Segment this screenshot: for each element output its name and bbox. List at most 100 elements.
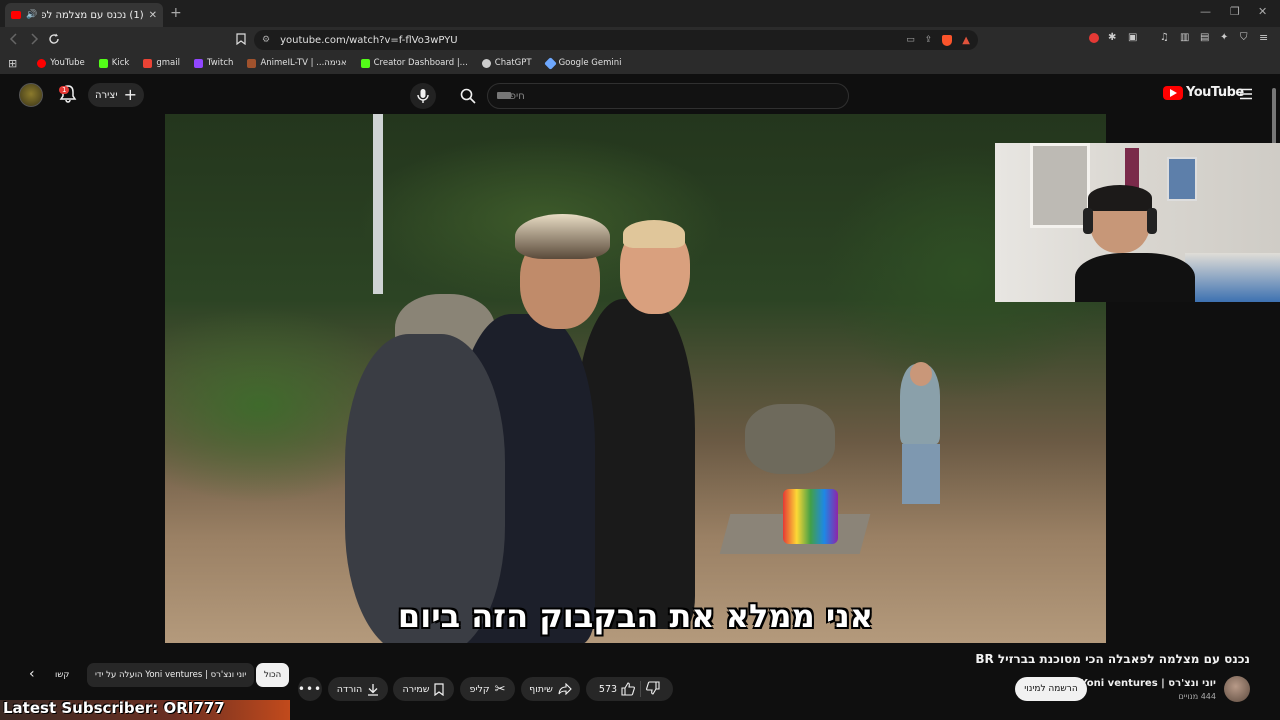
address-bar: ⚙ youtube.com/watch?v=f-flVo3wPYU ▭ ⇪ ▲ …	[0, 27, 1280, 52]
search-icon	[460, 88, 476, 104]
download-button[interactable]: הורדה	[328, 677, 388, 701]
person-hair	[515, 214, 610, 259]
youtube-header: 1 יצירה + חיפוש YouTube	[0, 76, 1280, 114]
person-shorts	[902, 444, 940, 504]
person-hair	[623, 220, 685, 248]
browser-menu-icon[interactable]: ≡	[1259, 31, 1268, 44]
gmail-icon	[143, 58, 153, 68]
youtube-logo[interactable]: YouTube	[1163, 85, 1244, 100]
subscribe-button[interactable]: הרשמה למינוי	[1015, 677, 1087, 701]
bookmark-creator-dashboard[interactable]: Creator Dashboard |...	[360, 58, 468, 68]
video-caption: אני ממלא את הבקבוק הזה ביום	[397, 597, 874, 635]
youtube-favicon-icon	[11, 11, 21, 19]
close-tab-icon[interactable]: ✕	[149, 10, 157, 21]
share-label: שיתוף	[529, 683, 553, 695]
wallet-icon[interactable]: ▤	[1200, 32, 1209, 43]
url-text: youtube.com/watch?v=f-flVo3wPYU	[280, 34, 458, 46]
reload-icon[interactable]	[48, 33, 60, 45]
download-icon	[368, 683, 379, 696]
clip-label: קליפ	[469, 683, 490, 695]
bookmark-animeil[interactable]: AnimeIL-TV | ...אנימה	[247, 58, 347, 68]
video-title: נכנס עם מצלמה לפאבלה הכי מסוכנת בברזיל B…	[975, 652, 1250, 666]
thumbs-up-icon	[621, 682, 636, 696]
youtube-play-icon	[1163, 85, 1183, 100]
create-label: יצירה	[95, 89, 118, 101]
kick-icon	[360, 58, 370, 68]
chatgpt-icon	[481, 58, 491, 68]
video-player[interactable]: אני ממלא את הבקבוק הזה ביום	[165, 114, 1106, 643]
more-icon: •••	[297, 682, 323, 696]
headphones-icon	[1147, 208, 1157, 234]
like-dislike-group: 573	[586, 677, 673, 701]
speaker-icon[interactable]: 🔊	[26, 10, 37, 20]
site-settings-icon[interactable]: ⚙	[262, 35, 270, 45]
create-button[interactable]: יצירה +	[88, 83, 144, 107]
sidebar-icon[interactable]: ▥	[1180, 32, 1189, 43]
poster	[1167, 157, 1197, 201]
bookmark-gemini[interactable]: Google Gemini	[543, 56, 621, 70]
share-button[interactable]: שיתוף	[521, 677, 580, 701]
headphones-icon	[1083, 208, 1093, 234]
leo-ai-icon[interactable]: ✦	[1220, 32, 1228, 43]
extensions-icon[interactable]: ✱	[1108, 32, 1116, 43]
rock	[745, 404, 835, 474]
animeil-icon	[247, 58, 257, 68]
save-button[interactable]: שמירה	[393, 677, 454, 701]
thumbs-down-icon	[646, 680, 660, 695]
cast-icon[interactable]: ▭	[906, 35, 915, 45]
vpn-icon[interactable]: ⛉	[1240, 32, 1248, 43]
brave-rewards-icon[interactable]: ▲	[962, 35, 970, 46]
keyboard-icon[interactable]	[497, 92, 511, 99]
chip-related[interactable]: קשו	[55, 663, 69, 687]
voice-search-button[interactable]	[410, 83, 436, 109]
window	[1030, 143, 1090, 228]
webcam-overlay	[995, 143, 1280, 302]
bed	[1185, 253, 1280, 302]
browser-tab[interactable]: 🔊 (1) נכנס עם מצלמה לפאבלה ✕	[5, 3, 163, 27]
bookmark-gmail[interactable]: gmail	[143, 58, 180, 68]
new-tab-icon[interactable]: +	[170, 5, 182, 21]
bookmark-page-icon[interactable]	[236, 33, 246, 45]
save-label: שמירה	[402, 683, 430, 695]
minimize-icon[interactable]: —	[1200, 5, 1211, 18]
close-window-icon[interactable]: ✕	[1258, 5, 1267, 18]
kick-icon	[98, 58, 108, 68]
latest-subscriber-text: Latest Subscriber: ORI777	[3, 699, 225, 717]
save-icon	[434, 682, 445, 696]
back-icon[interactable]	[9, 33, 19, 45]
scissors-icon: ✂	[494, 681, 506, 697]
streamer-hair	[1088, 185, 1152, 211]
chip-all[interactable]: הכול	[256, 663, 290, 687]
more-actions-button[interactable]: •••	[298, 677, 322, 701]
bookmark-twitch[interactable]: Twitch	[193, 58, 233, 68]
media-icon[interactable]: ♫	[1160, 32, 1169, 43]
screenshot-icon[interactable]: ▣	[1128, 32, 1137, 43]
clip-button[interactable]: קליפ ✂	[460, 677, 515, 701]
maximize-icon[interactable]: ❐	[1230, 5, 1240, 18]
bookmark-youtube[interactable]: YouTube	[37, 58, 85, 68]
account-avatar[interactable]	[19, 83, 43, 107]
bookmark-kick[interactable]: Kick	[98, 58, 129, 68]
recording-icon[interactable]	[1089, 33, 1099, 43]
apps-grid-icon[interactable]: ⊞	[8, 57, 17, 70]
like-button[interactable]: 573	[599, 682, 636, 696]
person-head	[910, 362, 932, 386]
channel-avatar[interactable]	[1224, 676, 1250, 702]
dislike-button[interactable]	[646, 680, 660, 698]
youtube-icon	[37, 58, 47, 68]
streamer-body	[1075, 253, 1195, 302]
chevron-left-icon[interactable]: ‹	[29, 666, 35, 682]
bookmark-chatgpt[interactable]: ChatGPT	[481, 58, 532, 68]
bookmarks-bar: ⊞ YouTube Kick gmail Twitch AnimeIL-TV |…	[0, 52, 1280, 74]
brave-shield-icon[interactable]	[942, 34, 953, 46]
tab-title: (1) נכנס עם מצלמה לפאבלה	[42, 9, 144, 21]
search-button[interactable]	[455, 83, 481, 109]
forward-icon[interactable]	[29, 33, 39, 45]
share-page-icon[interactable]: ⇪	[925, 35, 933, 45]
chip-uploaded-by[interactable]: הועלה על ידי Yoni ventures | יוני ונצ'רס	[87, 663, 255, 687]
search-input[interactable]: חיפוש	[487, 83, 849, 109]
url-input[interactable]: ⚙ youtube.com/watch?v=f-flVo3wPYU ▭ ⇪ ▲	[254, 30, 978, 50]
page-scrollbar[interactable]	[1272, 88, 1276, 148]
guide-menu-icon[interactable]	[1239, 88, 1253, 100]
twitch-icon	[193, 58, 203, 68]
